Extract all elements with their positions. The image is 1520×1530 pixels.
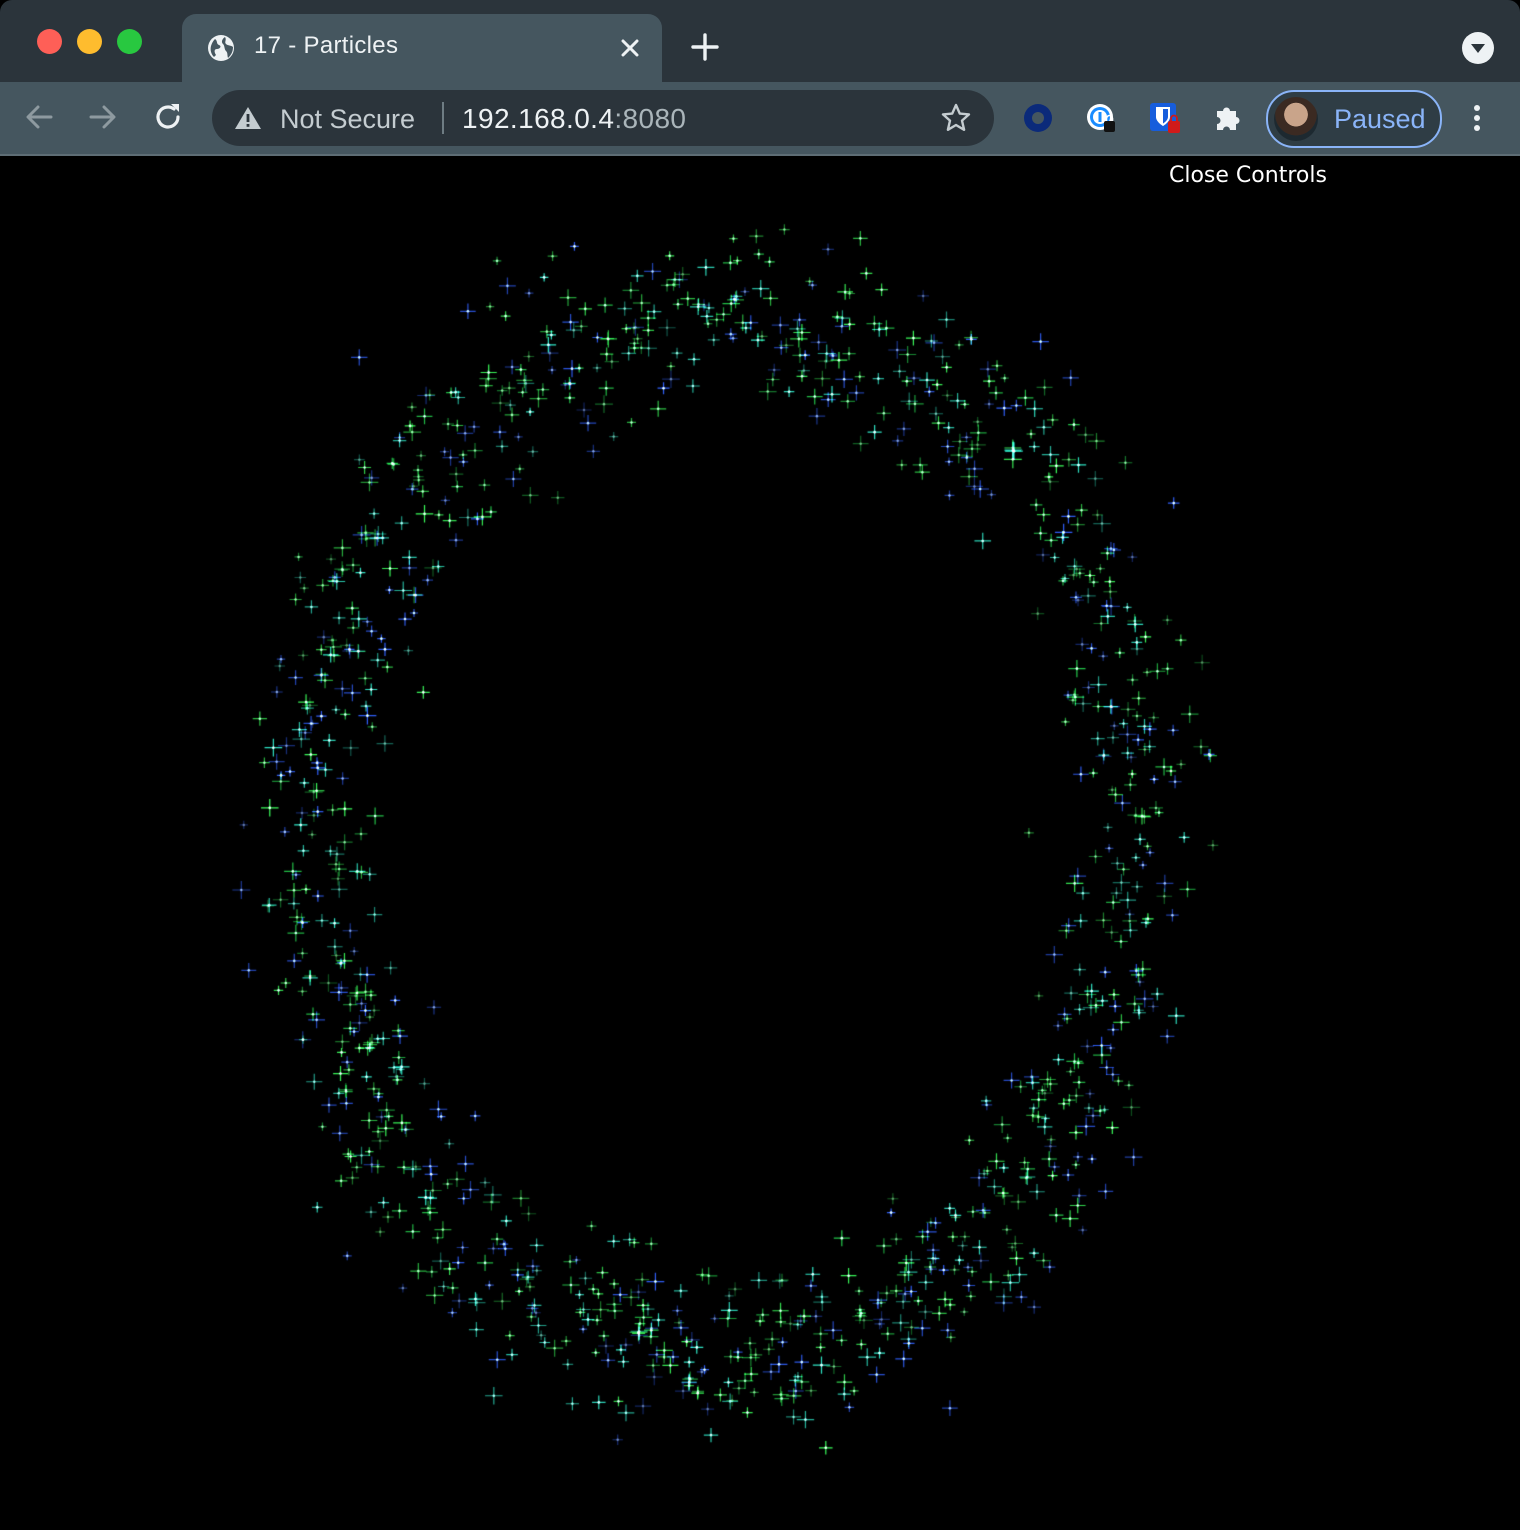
- url-text[interactable]: 192.168.0.4:8080: [462, 103, 686, 135]
- toolbar: Not Secure 192.168.0.4:8080 Paused: [0, 82, 1520, 156]
- tab-search-button[interactable]: [1462, 32, 1494, 64]
- url-port: :8080: [614, 103, 687, 134]
- browser-window: 17 - Particles Not Secure 192.168.0.4:80…: [0, 0, 1520, 1530]
- forward-icon[interactable]: [86, 100, 120, 134]
- maximize-window-button[interactable]: [117, 29, 142, 54]
- chevron-down-icon: [1471, 44, 1485, 53]
- close-window-button[interactable]: [37, 29, 62, 54]
- page-viewport: Close Controls: [0, 156, 1520, 1530]
- back-icon[interactable]: [22, 100, 56, 134]
- omnibox-divider: [442, 102, 444, 134]
- password-manager-icon[interactable]: [1084, 101, 1118, 135]
- profile-button[interactable]: Paused: [1266, 90, 1442, 148]
- security-label[interactable]: Not Secure: [280, 104, 415, 135]
- profile-status: Paused: [1334, 104, 1426, 134]
- kebab-menu-icon[interactable]: [1464, 100, 1490, 136]
- reload-icon[interactable]: [151, 100, 185, 134]
- close-icon[interactable]: [616, 34, 644, 62]
- minimize-window-button[interactable]: [77, 29, 102, 54]
- puzzle-icon[interactable]: [1212, 101, 1246, 135]
- close-controls-button[interactable]: Close Controls: [1169, 163, 1327, 188]
- address-bar[interactable]: Not Secure 192.168.0.4:8080: [212, 90, 994, 146]
- circle-extension-icon[interactable]: [1021, 101, 1055, 135]
- tab-particles[interactable]: 17 - Particles: [182, 14, 662, 82]
- tab-strip: 17 - Particles: [0, 0, 1520, 82]
- new-tab-icon[interactable]: [690, 32, 720, 62]
- bitwarden-icon[interactable]: [1148, 101, 1182, 135]
- globe-icon: [208, 35, 234, 61]
- avatar: [1274, 97, 1318, 141]
- particle-canvas[interactable]: [0, 156, 1520, 1530]
- tab-title: 17 - Particles: [254, 32, 399, 59]
- warning-icon[interactable]: [234, 105, 262, 131]
- url-host: 192.168.0.4: [462, 103, 615, 134]
- bookmark-star-icon[interactable]: [940, 102, 972, 134]
